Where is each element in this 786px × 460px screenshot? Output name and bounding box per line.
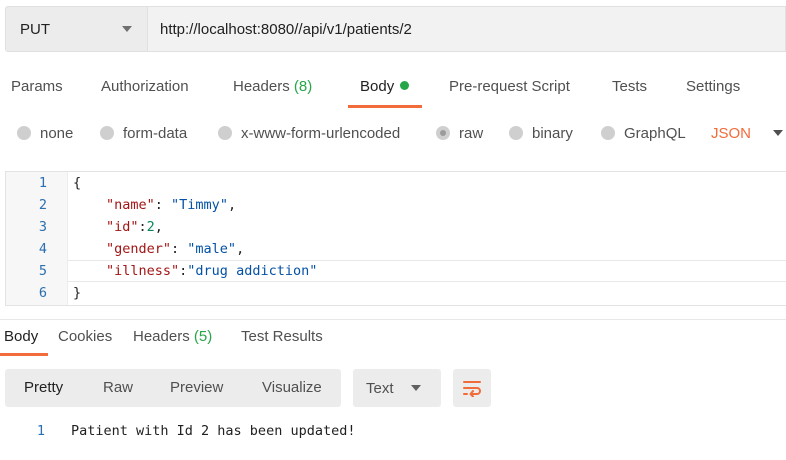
line-code: "id":2, (106, 216, 163, 238)
json-value: "Timmy" (171, 197, 228, 213)
headers-count: (8) (293, 78, 313, 95)
mode-visualize-button[interactable]: Visualize (262, 369, 322, 407)
line-code: { (73, 175, 82, 191)
line-number: 6 (38, 285, 47, 301)
radio-none[interactable]: none (17, 118, 73, 148)
mode-raw-button[interactable]: Raw (103, 369, 133, 407)
radio-selected-icon (436, 126, 450, 140)
request-body-editor[interactable]: 1 { 2 "name": "Timmy", 3 "id":2, 4 "gend… (5, 171, 786, 306)
view-mode-group: Pretty Raw Preview Visualize (5, 369, 341, 407)
editor-line: 2 "name": "Timmy", (6, 194, 786, 216)
radio-circle-icon (509, 126, 523, 140)
editor-line: 4 "gender": "male", (6, 238, 786, 260)
request-tabs: Params Authorization Headers (8) Body Pr… (0, 68, 786, 108)
tab-authorization[interactable]: Authorization (101, 68, 189, 108)
json-value: "drug addiction" (187, 263, 318, 279)
line-number: 3 (38, 219, 47, 235)
line-number: 5 (38, 263, 47, 279)
body-type-options: none form-data x-www-form-urlencoded raw… (0, 118, 786, 148)
json-key: "gender" (106, 241, 172, 257)
url-text: http://localhost:8080//api/v1/patients/2 (160, 20, 412, 38)
json-value: 2 (146, 219, 155, 235)
response-tab-test-results[interactable]: Test Results (241, 320, 323, 356)
editor-line: 1 { (6, 172, 786, 194)
json-key: "illness" (106, 263, 180, 279)
json-comma: , (154, 219, 163, 235)
line-code: } (73, 285, 82, 301)
line-number: 4 (38, 241, 47, 257)
json-comma: , (227, 197, 237, 213)
radio-x-www-form-urlencoded[interactable]: x-www-form-urlencoded (218, 118, 400, 148)
chevron-down-icon (410, 385, 421, 391)
tab-settings[interactable]: Settings (686, 68, 740, 108)
request-url-bar: PUT http://localhost:8080//api/v1/patien… (5, 6, 786, 52)
line-code: "name": "Timmy", (106, 194, 236, 216)
tab-params[interactable]: Params (11, 68, 63, 108)
radio-circle-icon (218, 126, 232, 140)
response-headers-count: (5) (193, 328, 213, 345)
radio-graphql[interactable]: GraphQL (601, 118, 686, 148)
line-number: 1 (38, 175, 47, 191)
body-modified-dot-icon (400, 81, 410, 90)
radio-circle-icon (100, 126, 114, 140)
editor-line: 5 "illness":"drug addiction" (6, 260, 786, 282)
url-input[interactable]: http://localhost:8080//api/v1/patients/2 (148, 6, 786, 52)
tab-tests[interactable]: Tests (612, 68, 647, 108)
line-code: "gender": "male", (106, 238, 244, 260)
tab-headers[interactable]: Headers (8) (233, 68, 312, 108)
chevron-down-icon (122, 26, 132, 32)
response-tabs: Body Cookies Headers (5) Test Results (0, 319, 786, 357)
json-separator: : (171, 241, 188, 257)
mode-preview-button[interactable]: Preview (170, 369, 223, 407)
radio-circle-icon (17, 126, 31, 140)
line-number: 1 (36, 423, 45, 439)
editor-line: 6 } (6, 282, 786, 304)
json-key: "name" (106, 197, 155, 213)
response-tab-cookies[interactable]: Cookies (58, 320, 112, 356)
json-comma: , (236, 241, 245, 257)
json-key: "id" (106, 219, 139, 235)
json-separator: : (138, 219, 147, 235)
json-separator: : (154, 197, 172, 213)
method-label: PUT (20, 20, 50, 38)
line-number: 2 (38, 197, 47, 213)
response-tab-headers[interactable]: Headers (5) (133, 320, 212, 356)
response-body: 1 Patient with Id 2 has been updated! (0, 420, 786, 442)
mode-pretty-button[interactable]: Pretty (24, 369, 63, 407)
tab-pre-request-script[interactable]: Pre-request Script (449, 68, 570, 108)
body-format-select[interactable]: JSON (711, 118, 784, 148)
json-value: "male" (187, 241, 237, 257)
chevron-down-icon (773, 130, 784, 136)
radio-circle-icon (601, 126, 615, 140)
response-toolbar: Pretty Raw Preview Visualize Text (5, 369, 491, 407)
response-text: Patient with Id 2 has been updated! (71, 423, 356, 439)
response-tab-body[interactable]: Body (0, 320, 49, 356)
tab-body[interactable]: Body (347, 68, 423, 108)
line-code: "illness":"drug addiction" (106, 260, 317, 282)
method-select[interactable]: PUT (5, 6, 148, 52)
radio-binary[interactable]: binary (509, 118, 573, 148)
editor-line: 3 "id":2, (6, 216, 786, 238)
radio-raw[interactable]: raw (436, 118, 483, 148)
radio-form-data[interactable]: form-data (100, 118, 187, 148)
response-format-select[interactable]: Text (353, 369, 441, 407)
wrap-lines-button[interactable] (453, 369, 491, 407)
wrap-lines-icon (463, 381, 481, 397)
